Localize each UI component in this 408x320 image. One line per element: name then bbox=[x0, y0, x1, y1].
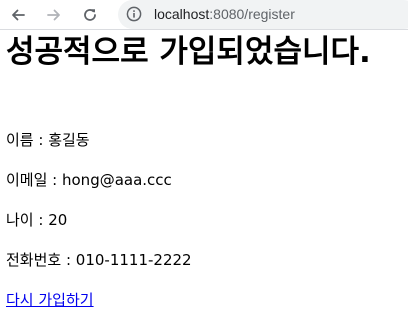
email-field: 이메일 : hong@aaa.ccc bbox=[6, 170, 172, 190]
email-value: hong@aaa.ccc bbox=[62, 171, 172, 189]
url-path: :8080/register bbox=[209, 6, 295, 22]
phone-label: 전화번호 : bbox=[6, 251, 76, 269]
phone-field: 전화번호 : 010-1111-2222 bbox=[6, 250, 192, 270]
forward-arrow-icon bbox=[47, 9, 60, 21]
address-bar[interactable]: localhost:8080/register bbox=[118, 0, 408, 29]
email-label: 이메일 : bbox=[6, 171, 62, 189]
name-value: 홍길동 bbox=[48, 131, 90, 149]
page-title: 성공적으로 가입되었습니다. bbox=[6, 34, 371, 70]
info-icon[interactable] bbox=[126, 6, 142, 22]
age-value: 20 bbox=[48, 211, 68, 229]
reload-button[interactable] bbox=[79, 4, 101, 26]
age-field: 나이 : 20 bbox=[6, 210, 67, 230]
rejoin-link[interactable]: 다시 가입하기 bbox=[6, 290, 94, 310]
url-host: localhost bbox=[154, 6, 210, 22]
reload-icon bbox=[84, 9, 96, 21]
browser-toolbar: localhost:8080/register bbox=[0, 0, 408, 30]
phone-value: 010-1111-2222 bbox=[75, 251, 192, 269]
age-label: 나이 : bbox=[6, 211, 49, 229]
back-button[interactable] bbox=[7, 4, 29, 26]
url-text[interactable]: localhost:8080/register bbox=[154, 6, 295, 22]
forward-button[interactable] bbox=[43, 4, 65, 26]
name-field: 이름 : 홍길동 bbox=[6, 130, 90, 150]
back-arrow-icon bbox=[12, 9, 25, 21]
name-label: 이름 : bbox=[6, 131, 49, 149]
